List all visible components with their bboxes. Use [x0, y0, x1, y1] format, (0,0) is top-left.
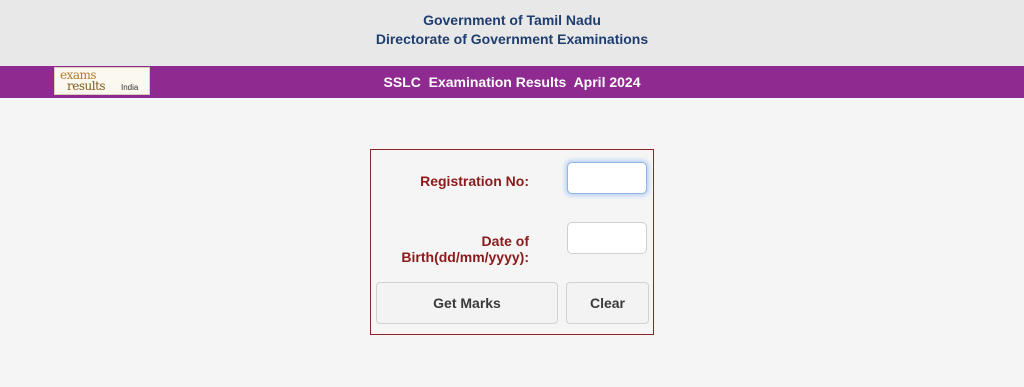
main-content: Registration No: Date of Birth(dd/mm/yyy… — [0, 98, 1024, 387]
logo-text-results: results — [67, 79, 106, 93]
dob-input[interactable] — [567, 222, 647, 254]
header-directorate-title: Directorate of Government Examinations — [375, 31, 649, 47]
results-form: Registration No: Date of Birth(dd/mm/yyy… — [370, 149, 654, 335]
clear-button[interactable]: Clear — [566, 282, 649, 324]
logo-text-india: India — [121, 83, 139, 92]
results-banner: SSLC Examination Results April 2024 exam… — [0, 66, 1024, 98]
exams-results-india-logo[interactable]: exams results India — [54, 67, 150, 95]
banner-title: SSLC Examination Results April 2024 — [383, 74, 641, 90]
get-marks-button[interactable]: Get Marks — [376, 282, 558, 324]
page-header: Government of Tamil Nadu Directorate of … — [0, 0, 1024, 66]
registration-input[interactable] — [567, 162, 647, 194]
header-government-title: Government of Tamil Nadu — [423, 12, 601, 28]
dob-label: Date of Birth(dd/mm/yyyy): — [401, 233, 529, 265]
registration-label: Registration No: — [420, 173, 529, 189]
